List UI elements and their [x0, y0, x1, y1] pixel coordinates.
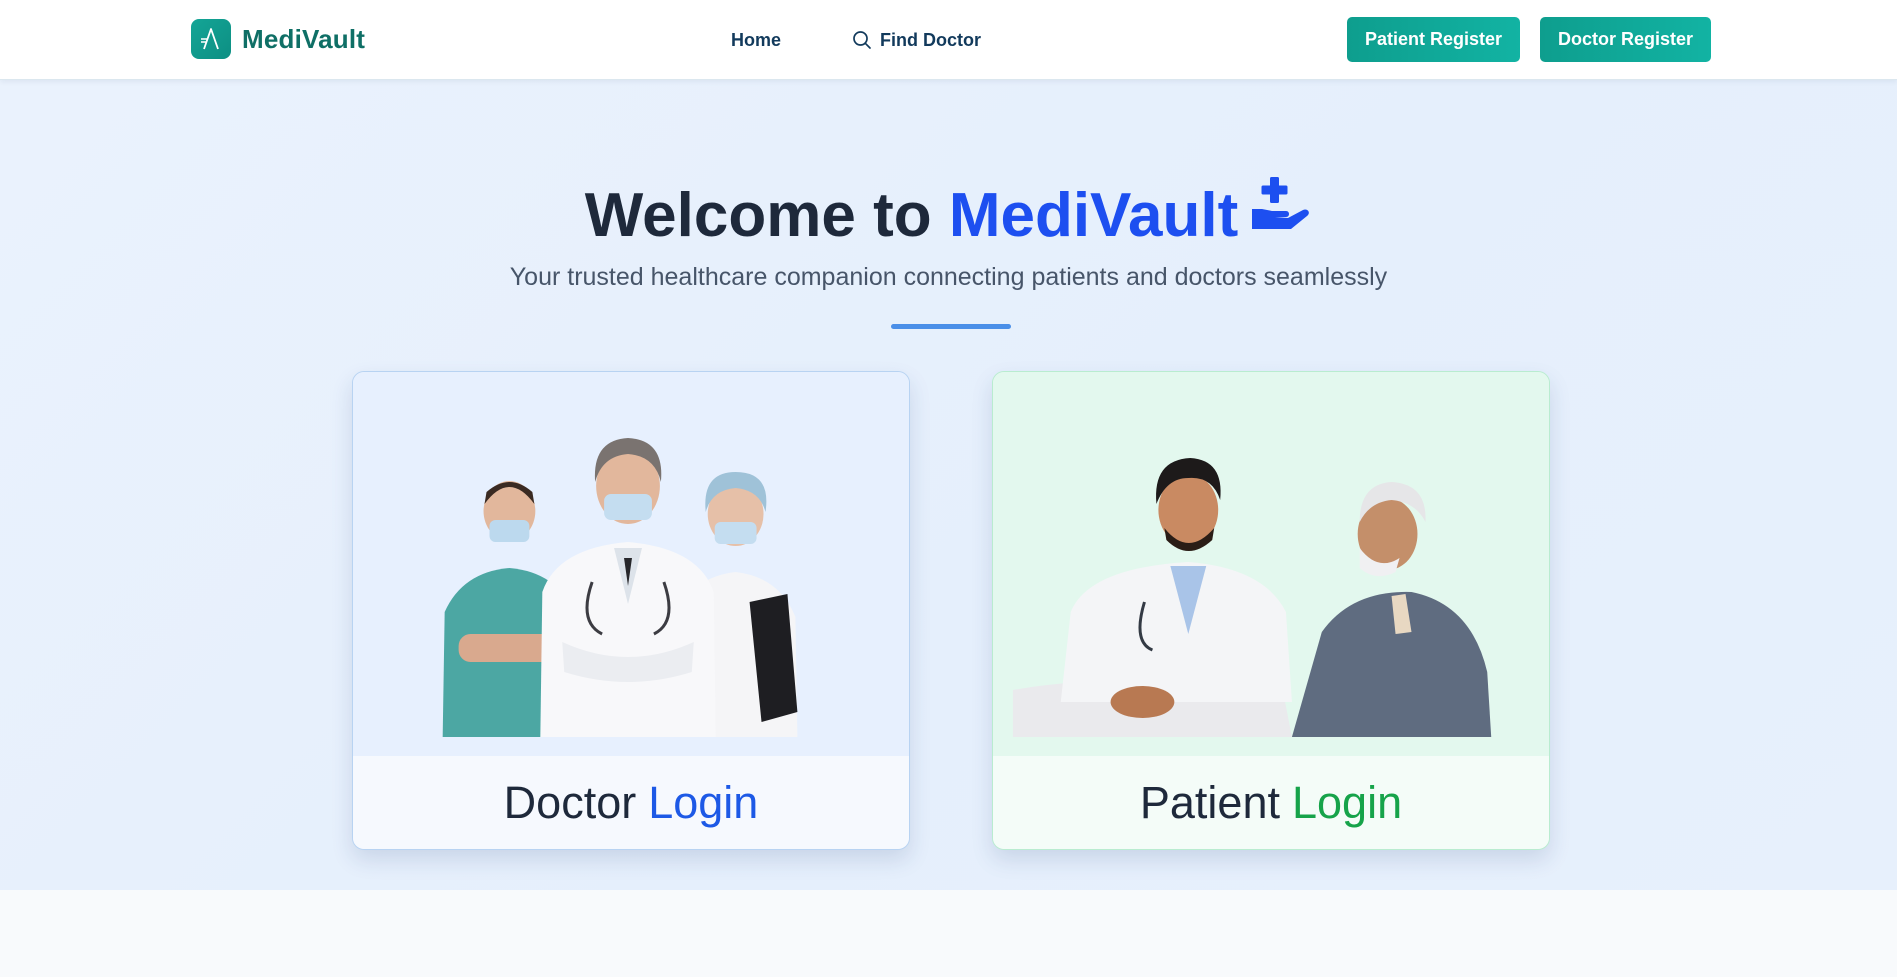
patient-login-word: Login	[1292, 776, 1403, 828]
page-title: Welcome to MediVault	[0, 176, 1897, 256]
doctor-patient-consultation-photo	[993, 372, 1549, 758]
hand-holding-medical-icon	[1250, 175, 1312, 255]
nav-link-find-doctor-label: Find Doctor	[880, 29, 981, 50]
patient-word: Patient	[1139, 776, 1280, 828]
top-navbar: MediVault Home Find Doctor Patient Regis…	[0, 0, 1897, 80]
doctor-word: Doctor	[503, 776, 637, 828]
doctors-group-photo	[353, 372, 909, 758]
patient-register-button[interactable]: Patient Register	[1347, 17, 1520, 62]
hero-section: Welcome to MediVault Your trusted health…	[0, 80, 1897, 890]
medivault-logo-icon	[191, 19, 231, 59]
search-icon	[853, 31, 871, 49]
doctor-login-label[interactable]: Doctor Login	[353, 756, 909, 849]
patient-login-card[interactable]: Patient Login	[992, 371, 1550, 850]
patient-login-label[interactable]: Patient Login	[993, 756, 1549, 849]
nav-link-find-doctor[interactable]: Find Doctor	[852, 27, 981, 53]
title-prefix: Welcome to	[584, 181, 932, 250]
title-brand: MediVault	[948, 181, 1239, 250]
title-divider	[891, 324, 1011, 329]
doctor-register-button[interactable]: Doctor Register	[1540, 17, 1711, 62]
doctor-login-word: Login	[648, 776, 759, 828]
brand-name: MediVault	[242, 23, 366, 54]
nav-link-home[interactable]: Home	[731, 27, 781, 53]
brand-logo-link[interactable]: MediVault	[191, 19, 365, 59]
doctor-login-card[interactable]: Doctor Login	[352, 371, 910, 850]
hero-subtitle: Your trusted healthcare companion connec…	[509, 263, 1388, 291]
